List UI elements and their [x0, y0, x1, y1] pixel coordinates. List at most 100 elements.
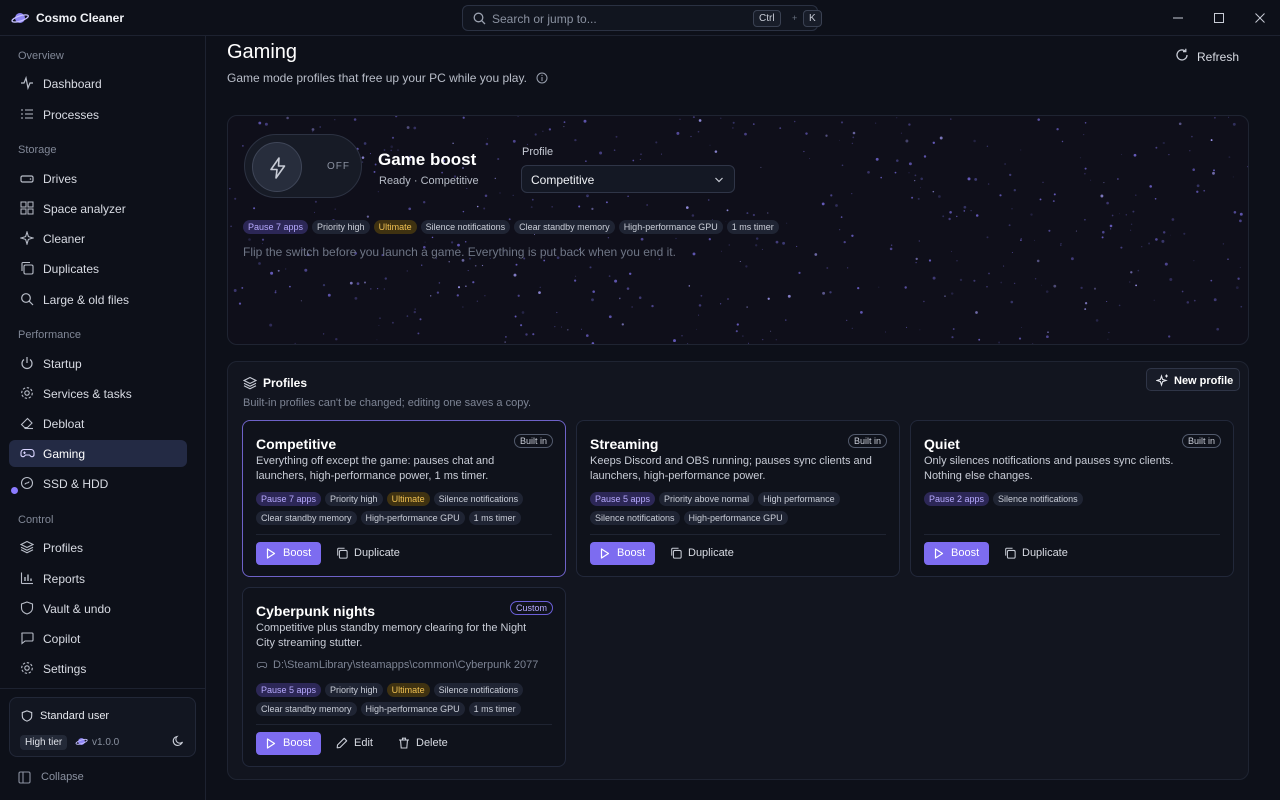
sidebar-item-profiles[interactable]: Profiles: [9, 534, 187, 561]
section-storage: Storage: [18, 144, 57, 156]
sidebar-item-copilot[interactable]: Copilot: [9, 625, 187, 652]
boost-button[interactable]: Boost: [256, 542, 321, 565]
profile-card-streaming[interactable]: Streaming Built in Keeps Discord and OBS…: [576, 420, 900, 577]
chip-timer: 1 ms timer: [468, 702, 521, 716]
duplicate-button[interactable]: Duplicate: [336, 542, 406, 565]
sidebar-divider: [0, 688, 206, 689]
sidebar-item-processes[interactable]: Processes: [9, 101, 187, 128]
close-button[interactable]: [1254, 12, 1266, 24]
sidebar-item-label: Dashboard: [43, 77, 102, 91]
chip-notifications: Silence notifications: [420, 220, 511, 234]
chip-priority: Priority high: [325, 683, 383, 697]
minimize-button[interactable]: [1172, 12, 1184, 24]
toggle-state-label: OFF: [327, 161, 350, 172]
game-boost-title: Game boost: [378, 150, 477, 169]
sidebar-item-vault-undo[interactable]: Vault & undo: [9, 595, 187, 622]
profile-chips-row: Pause 5 apps Priority above normal High …: [590, 492, 844, 506]
collapse-button[interactable]: Collapse: [18, 770, 118, 786]
copy-icon: [671, 547, 682, 559]
sidebar-item-duplicates[interactable]: Duplicates: [9, 255, 187, 282]
sidebar-item-label: Processes: [43, 108, 100, 122]
page-subtitle: Game mode profiles that free up your PC …: [227, 71, 548, 85]
sidebar-item-gaming[interactable]: Gaming: [9, 440, 187, 467]
sidebar-item-label: Cleaner: [43, 232, 86, 246]
profile-chips-row: Pause 2 apps Silence notifications: [924, 492, 1087, 506]
chip-gpu: High-performance GPU: [683, 511, 788, 525]
shortcut-ctrl-key: Ctrl: [753, 10, 781, 27]
maximize-button[interactable]: [1213, 12, 1225, 24]
chip-priority: Priority above normal: [659, 492, 755, 506]
play-icon: [266, 738, 276, 749]
profiles-title: Profiles: [263, 376, 308, 390]
refresh-icon: [1175, 48, 1189, 62]
sidebar-item-cleaner[interactable]: Cleaner: [9, 225, 187, 252]
profile-name: Streaming: [590, 436, 659, 452]
boost-label: Boost: [283, 737, 312, 749]
info-icon[interactable]: [536, 72, 548, 84]
refresh-label: Refresh: [1197, 50, 1240, 64]
theme-toggle-moon-icon[interactable]: [172, 735, 184, 747]
sidebar-item-settings[interactable]: Settings: [9, 655, 187, 682]
chart-icon: [20, 571, 34, 585]
copy-icon: [20, 261, 34, 275]
edit-button[interactable]: Edit: [336, 732, 381, 755]
card-divider: [256, 724, 552, 725]
sidebar-item-label: Vault & undo: [43, 602, 111, 616]
boost-tweak-chips: Pause 7 apps Priority high Ultimate Sile…: [243, 220, 783, 234]
duplicate-button[interactable]: Duplicate: [670, 542, 740, 565]
gamepad-icon: [256, 662, 268, 669]
shortcut-k-key: K: [803, 10, 822, 27]
boost-button[interactable]: Boost: [590, 542, 655, 565]
search-input[interactable]: Search or jump to... Ctrl + K: [462, 5, 822, 31]
gamepad-icon: [20, 446, 35, 460]
main-content: Gaming Game mode profiles that free up y…: [207, 36, 1280, 800]
sidebar-item-reports[interactable]: Reports: [9, 565, 187, 592]
sidebar-item-drives[interactable]: Drives: [9, 165, 187, 192]
sidebar-item-label: Startup: [43, 357, 82, 371]
chat-icon: [20, 631, 34, 645]
duplicate-button[interactable]: Duplicate: [1004, 542, 1074, 565]
new-profile-button[interactable]: New profile: [1146, 368, 1240, 391]
sidebar-item-label: Gaming: [43, 447, 86, 461]
boost-label: Boost: [951, 547, 980, 559]
sidebar-item-services-tasks[interactable]: Services & tasks: [9, 380, 187, 407]
search-icon: [20, 292, 34, 306]
version-label: v1.0.0: [92, 737, 120, 748]
sidebar-item-startup[interactable]: Startup: [9, 350, 187, 377]
sidebar-item-dashboard[interactable]: Dashboard: [9, 70, 187, 97]
sidebar-item-debloat[interactable]: Debloat: [9, 410, 187, 437]
profile-chips-row: Clear standby memory High-performance GP…: [256, 511, 525, 525]
duplicate-label: Duplicate: [1022, 547, 1068, 559]
chip-pause-apps: Pause 5 apps: [256, 683, 322, 697]
profile-name: Cyberpunk nights: [256, 603, 376, 619]
chip-timer: 1 ms timer: [726, 220, 779, 234]
delete-button[interactable]: Delete: [398, 732, 453, 755]
boost-button[interactable]: Boost: [256, 732, 321, 755]
profile-select[interactable]: Competitive: [521, 165, 735, 193]
sidebar-item-space-analyzer[interactable]: Space analyzer: [9, 195, 187, 222]
sidebar-item-large-old-files[interactable]: Large & old files: [9, 286, 187, 313]
sidebar-item-label: Profiles: [43, 541, 84, 555]
builtin-badge: Built in: [1181, 434, 1221, 448]
copy-icon: [1005, 547, 1016, 559]
boost-label: Boost: [617, 547, 646, 559]
sidebar-item-label: Drives: [43, 172, 78, 186]
profile-card-competitive[interactable]: Competitive Built in Everything off exce…: [242, 420, 566, 577]
gear-icon: [20, 386, 34, 400]
pencil-icon: [336, 737, 348, 749]
section-control: Control: [18, 514, 54, 526]
profile-name: Quiet: [924, 436, 960, 452]
sidebar-item-ssd-hdd[interactable]: SSD & HDD: [9, 470, 187, 497]
chip-standby-memory: Clear standby memory: [514, 220, 615, 234]
profile-chips-row: Clear standby memory High-performance GP…: [256, 702, 525, 716]
drive-icon: [20, 171, 34, 185]
game-boost-toggle[interactable]: OFF: [244, 134, 362, 198]
profile-card-cyberpunk-nights[interactable]: Cyberpunk nights Custom Competitive plus…: [242, 587, 566, 767]
edit-label: Edit: [354, 737, 373, 749]
user-card: Standard user High tier v1.0.0: [9, 697, 196, 757]
boost-button[interactable]: Boost: [924, 542, 989, 565]
chip-power-plan: High performance: [758, 492, 840, 506]
boost-note: Flip the switch before you launch a game…: [243, 245, 676, 259]
profile-card-quiet[interactable]: Quiet Built in Only silences notificatio…: [910, 420, 1234, 577]
chip-priority: Priority high: [312, 220, 370, 234]
